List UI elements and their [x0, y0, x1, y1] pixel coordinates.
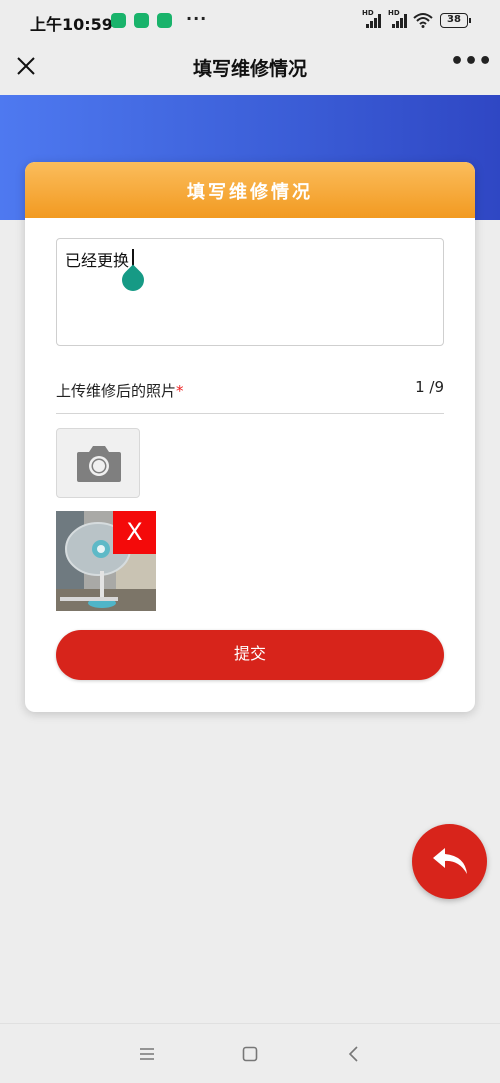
- delete-photo-button[interactable]: X: [113, 511, 156, 554]
- system-nav-bar: [0, 1023, 500, 1083]
- home-icon[interactable]: [240, 1044, 260, 1064]
- status-more-icon: ···: [186, 9, 208, 28]
- wechat-notification-icon: [111, 13, 126, 28]
- status-time: 上午10:59: [30, 15, 113, 34]
- nav-bar: 填写维修情况 •••: [0, 42, 500, 92]
- menu-icon[interactable]: [137, 1044, 157, 1064]
- camera-upload-button[interactable]: [56, 428, 140, 498]
- upload-count: 1 /9: [415, 378, 444, 396]
- signal-icon: [364, 14, 384, 28]
- back-floating-button[interactable]: [412, 824, 487, 899]
- repair-description-input[interactable]: 已经更换: [56, 238, 444, 346]
- repair-form-card: 填写维修情况 已经更换 上传维修后的照片* 1 /9 X 提交: [25, 162, 475, 712]
- submit-button[interactable]: 提交: [56, 630, 444, 680]
- divider: [56, 413, 444, 414]
- upload-photo-label: 上传维修后的照片*: [56, 380, 184, 401]
- app-notification-icon: [134, 13, 149, 28]
- back-arrow-icon: [433, 848, 467, 874]
- signal-icon-2: [390, 14, 410, 28]
- back-icon[interactable]: [344, 1044, 364, 1064]
- upload-label-text: 上传维修后的照片: [56, 382, 177, 400]
- required-mark: *: [176, 382, 184, 400]
- status-bar: 上午10:59 ··· HD HD 38: [0, 0, 500, 42]
- page-title: 填写维修情况: [192, 58, 307, 80]
- card-header: 填写维修情况: [25, 162, 475, 218]
- app-notification-icon-2: [157, 13, 172, 28]
- wifi-icon: [413, 13, 433, 28]
- card-title: 填写维修情况: [187, 182, 313, 203]
- camera-icon: [77, 446, 121, 482]
- more-icon[interactable]: •••: [450, 51, 492, 76]
- battery-indicator: 38: [440, 13, 471, 28]
